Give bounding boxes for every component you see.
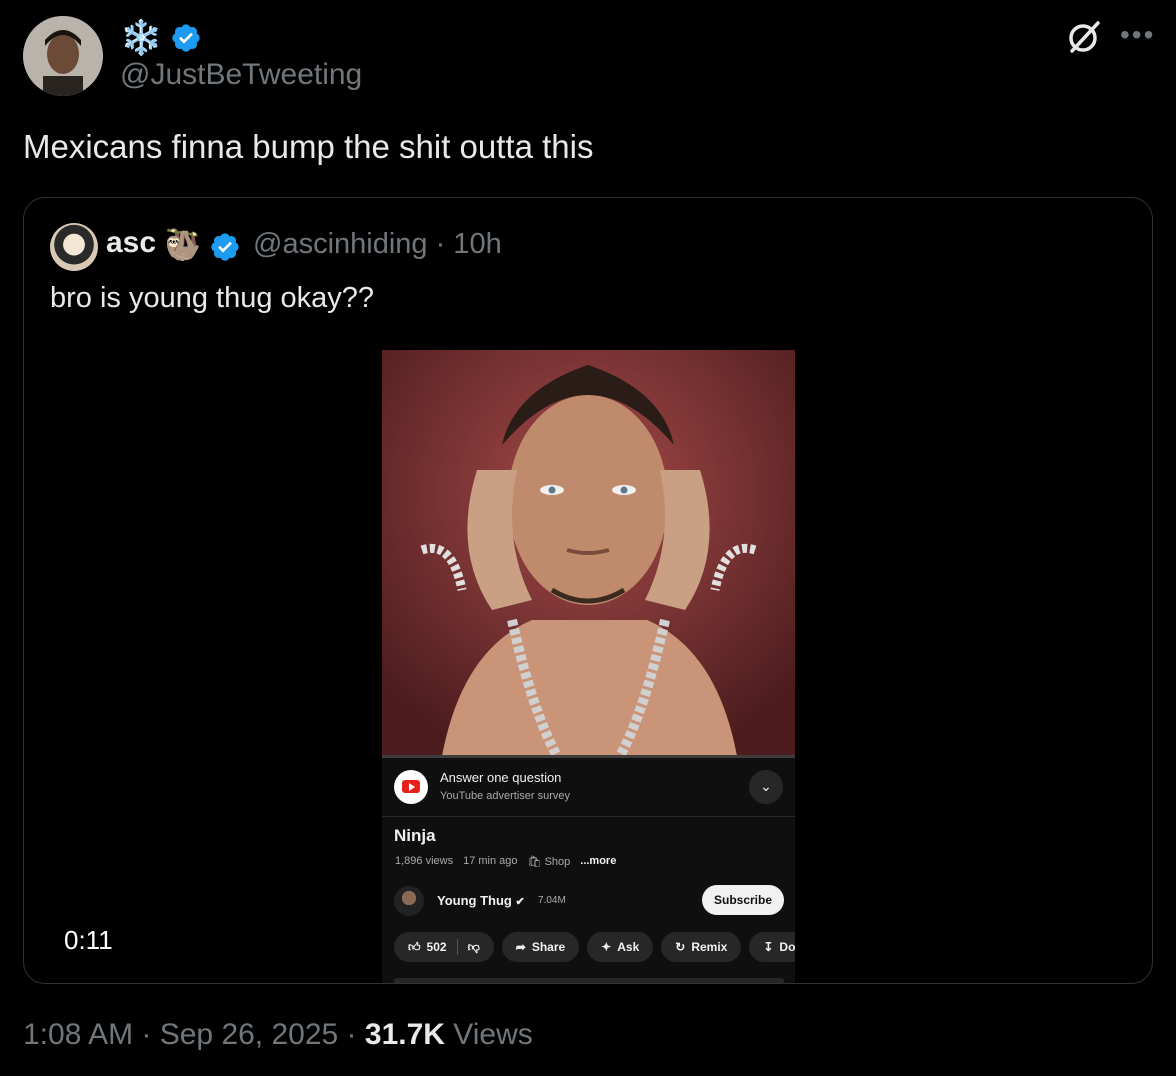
channel-verified-icon: ✔ bbox=[515, 896, 525, 908]
channel-name-text: Young Thug bbox=[437, 893, 512, 908]
download-label: Dow bbox=[779, 940, 795, 954]
more-link[interactable]: ...more bbox=[580, 855, 616, 868]
tweet-timestamp[interactable]: 1:08 AM · Sep 26, 2025 · bbox=[23, 1018, 365, 1051]
chevron-down-icon[interactable]: ⌄ bbox=[749, 770, 783, 804]
like-button[interactable]: 👍︎ 502 👎︎ bbox=[394, 932, 494, 962]
tweet-text: Mexicans finna bump the shit outta this bbox=[23, 128, 594, 165]
ask-label: Ask bbox=[617, 940, 640, 954]
shop-label: Shop bbox=[544, 856, 571, 868]
youtube-logo-icon bbox=[394, 770, 428, 804]
survey-banner[interactable]: Answer one question YouTube advertiser s… bbox=[382, 760, 795, 817]
thumbs-up-icon: 👍︎ bbox=[408, 940, 421, 954]
more-options-icon[interactable]: ••• bbox=[1120, 21, 1155, 49]
author-avatar[interactable] bbox=[23, 16, 103, 96]
channel-avatar[interactable] bbox=[394, 886, 424, 916]
video-title: Ninja bbox=[394, 826, 436, 845]
video-progress-bar[interactable] bbox=[382, 755, 795, 758]
video-meta: 1,896 views 17 min ago 🛍 Shop ...more bbox=[395, 855, 616, 868]
views-label: Views bbox=[444, 1018, 533, 1051]
view-count: 1,896 views bbox=[395, 855, 454, 867]
shopping-bag-icon: 🛍 bbox=[527, 856, 542, 868]
subscribe-button[interactable]: Subscribe bbox=[702, 885, 784, 915]
quote-handle-time[interactable]: @ascinhiding · 10h bbox=[253, 228, 502, 261]
thumbs-down-icon[interactable]: 👎︎ bbox=[468, 932, 480, 962]
ask-button[interactable]: ✦ Ask bbox=[587, 932, 654, 962]
survey-title: Answer one question bbox=[440, 770, 562, 785]
author-handle[interactable]: @JustBeTweeting bbox=[120, 58, 362, 92]
download-button[interactable]: ↧ Dow bbox=[749, 932, 795, 962]
quote-avatar[interactable] bbox=[50, 223, 98, 271]
sloth-emoji: 🦥 bbox=[164, 229, 202, 262]
share-button[interactable]: ➦ Share bbox=[501, 932, 580, 962]
grok-icon[interactable] bbox=[1064, 18, 1102, 56]
video-actions: 👍︎ 502 👎︎ ➦ Share ✦ Ask ↻ Remix ↧ Dow bbox=[394, 932, 795, 962]
upload-time: 17 min ago bbox=[463, 855, 518, 867]
remix-button[interactable]: ↻ Remix bbox=[661, 932, 742, 962]
channel-name[interactable]: Young Thug ✔ bbox=[437, 893, 525, 908]
subscriber-count: 7.04M bbox=[538, 895, 566, 906]
view-count-number: 31.7K bbox=[364, 1018, 445, 1051]
video-player[interactable]: Answer one question YouTube advertiser s… bbox=[382, 350, 795, 983]
share-label: Share bbox=[531, 940, 566, 954]
sparkle-icon: ✦ bbox=[601, 940, 612, 954]
like-count: 502 bbox=[426, 940, 447, 954]
remix-icon: ↻ bbox=[675, 940, 686, 954]
quoted-tweet[interactable]: asc 🦥 @ascinhiding · 10h bro is young th… bbox=[23, 197, 1153, 984]
quote-text: bro is young thug okay?? bbox=[50, 282, 375, 314]
comments-bar[interactable] bbox=[394, 978, 784, 983]
remix-label: Remix bbox=[691, 940, 728, 954]
like-divider bbox=[456, 939, 458, 955]
author-name-text: ❄️ bbox=[120, 19, 163, 57]
quote-display-name[interactable]: asc bbox=[106, 226, 156, 260]
survey-subtitle: YouTube advertiser survey bbox=[440, 790, 571, 802]
tweet-footer: 1:08 AM · Sep 26, 2025 · 31.7K Views bbox=[23, 1018, 533, 1052]
video-timestamp: 0:11 bbox=[64, 925, 113, 955]
video-thumbnail bbox=[382, 350, 795, 756]
quote-verified-badge-icon bbox=[211, 233, 239, 261]
verified-badge-icon bbox=[172, 24, 201, 52]
author-display-name[interactable]: ❄️ bbox=[120, 18, 202, 58]
download-icon: ↧ bbox=[763, 940, 774, 954]
shop-link[interactable]: 🛍 Shop bbox=[528, 855, 571, 868]
share-icon: ➦ bbox=[515, 940, 526, 954]
